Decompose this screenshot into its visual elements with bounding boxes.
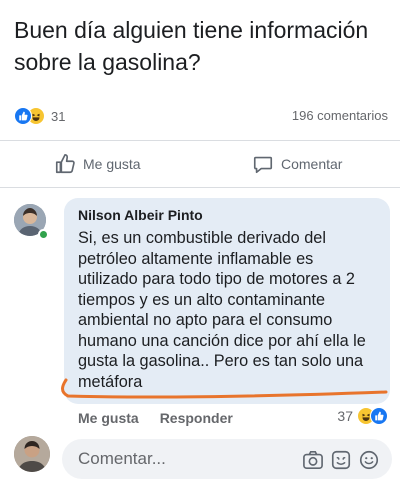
- like-icon: [14, 107, 32, 125]
- comment-reaction-count: 37: [337, 408, 353, 424]
- comment-button[interactable]: Comentar: [252, 141, 342, 187]
- comment-input-placeholder: Comentar...: [78, 449, 166, 468]
- comments-count[interactable]: 196 comentarios: [292, 108, 388, 123]
- comment-actions: Me gusta Responder: [78, 410, 233, 426]
- post-action-bar: Me gusta Comentar: [0, 140, 400, 188]
- comment-icon: [253, 156, 273, 174]
- comment-reactions[interactable]: 37: [337, 407, 388, 425]
- composer-icons: [296, 449, 380, 471]
- thumbs-up-icon: [55, 154, 75, 174]
- like-button[interactable]: Me gusta: [54, 141, 141, 187]
- comment-button-label: Comentar: [281, 156, 343, 172]
- emoji-icon[interactable]: [358, 449, 380, 471]
- like-icon: [370, 407, 388, 425]
- camera-icon[interactable]: [302, 450, 324, 470]
- like-button-label: Me gusta: [83, 156, 141, 172]
- orange-highlight-line: [61, 378, 388, 399]
- post-text: Buen día alguien tiene información sobre…: [14, 17, 369, 75]
- comment-bubble: Nilson Albeir Pinto Si, es un combustibl…: [64, 198, 390, 404]
- user-avatar[interactable]: [14, 436, 50, 472]
- online-status-icon: [38, 229, 49, 240]
- comment-author[interactable]: Nilson Albeir Pinto: [78, 206, 376, 224]
- comment-input[interactable]: Comentar...: [62, 439, 392, 479]
- post-reactions[interactable]: 31: [14, 106, 65, 126]
- comment-text: Si, es un combustible derivado del petró…: [78, 229, 366, 391]
- comment-like-button[interactable]: Me gusta: [78, 410, 139, 426]
- post-reaction-count: 31: [51, 108, 66, 124]
- gif-icon[interactable]: [330, 449, 352, 471]
- reply-button[interactable]: Responder: [160, 410, 233, 426]
